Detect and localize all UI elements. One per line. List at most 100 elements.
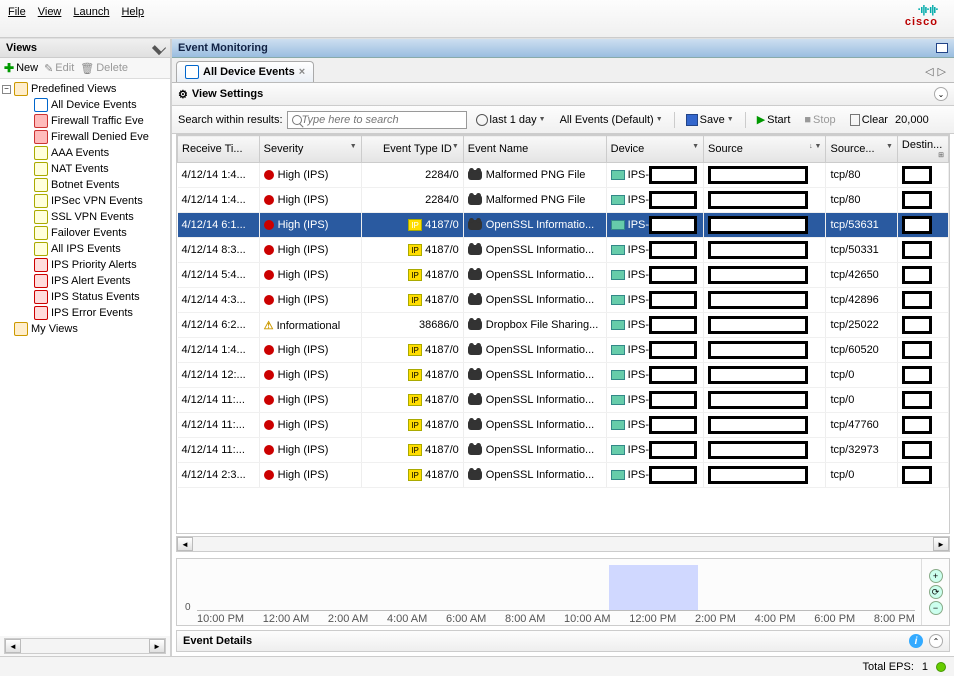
timeline-zoom-out-icon[interactable]: −: [929, 601, 943, 615]
play-icon: ▶: [757, 113, 765, 126]
tree-item[interactable]: NAT Events: [0, 161, 170, 177]
tab-all-device-events[interactable]: All Device Events ×: [176, 61, 314, 82]
start-button[interactable]: ▶ Start: [752, 110, 796, 129]
col-event-type-id[interactable]: Event Type ID▼: [361, 136, 463, 163]
col-receive-time[interactable]: Receive Ti...: [178, 136, 260, 163]
panel-window-icon[interactable]: [936, 43, 948, 53]
save-icon: [686, 114, 698, 126]
table-row[interactable]: 4/12/14 11:...High (IPS)IP4187/0OpenSSL …: [178, 413, 949, 438]
filter-dropdown[interactable]: All Events (Default)▼: [555, 111, 668, 129]
menu-launch[interactable]: Launch: [73, 6, 109, 18]
table-row[interactable]: 4/12/14 1:4...High (IPS)2284/0Malformed …: [178, 163, 949, 188]
views-panel: Views ✚New ✎Edit 🗑Delete −Predefined Vie…: [0, 39, 172, 656]
tree-item[interactable]: Botnet Events: [0, 177, 170, 193]
tab-next-icon[interactable]: ▷: [938, 65, 946, 78]
table-row[interactable]: 4/12/14 2:3...High (IPS)IP4187/0OpenSSL …: [178, 463, 949, 488]
collapse-view-settings-icon[interactable]: ⌄: [934, 87, 948, 101]
table-row[interactable]: 4/12/14 4:3...High (IPS)IP4187/0OpenSSL …: [178, 288, 949, 313]
tree-item[interactable]: IPS Priority Alerts: [0, 257, 170, 273]
timeline-tick-label: 12:00 AM: [263, 613, 309, 625]
timeline-zoom-in-icon[interactable]: +: [929, 569, 943, 583]
tree-item[interactable]: All Device Events: [0, 97, 170, 113]
expand-details-icon[interactable]: ⌃: [929, 634, 943, 648]
timeline[interactable]: 0 10:00 PM12:00 AM2:00 AM4:00 AM6:00 AM8…: [176, 558, 950, 626]
timeline-tick-label: 4:00 PM: [755, 613, 796, 625]
tree-item[interactable]: Firewall Traffic Eve: [0, 113, 170, 129]
col-device[interactable]: Device▼: [606, 136, 703, 163]
table-row[interactable]: 4/12/14 5:4...High (IPS)IP4187/0OpenSSL …: [178, 263, 949, 288]
table-row[interactable]: 4/12/14 11:...High (IPS)IP4187/0OpenSSL …: [178, 388, 949, 413]
event-monitoring-title: Event Monitoring: [178, 42, 268, 54]
tree-item[interactable]: IPS Alert Events: [0, 273, 170, 289]
col-source-service[interactable]: Source...▼: [826, 136, 897, 163]
column-picker-icon: ⊞: [938, 151, 944, 159]
timeline-tick-label: 12:00 PM: [629, 613, 676, 625]
timeline-tick-label: 10:00 PM: [197, 613, 244, 625]
predefined-views-node[interactable]: −Predefined Views: [0, 81, 170, 97]
tree-item[interactable]: IPS Status Events: [0, 289, 170, 305]
device-icon: [611, 320, 625, 330]
view-settings-label: View Settings: [192, 88, 263, 100]
device-icon: [611, 220, 625, 230]
tree-item[interactable]: All IPS Events: [0, 241, 170, 257]
col-event-name[interactable]: Event Name: [463, 136, 606, 163]
new-view-button[interactable]: ✚New: [4, 61, 38, 75]
binoculars-icon: [468, 445, 482, 455]
search-input[interactable]: [302, 114, 462, 126]
grid-hscroll[interactable]: ◄►: [176, 536, 950, 552]
menu-view[interactable]: View: [38, 6, 62, 18]
tree-item[interactable]: IPSec VPN Events: [0, 193, 170, 209]
cisco-logo: ·ı|ı·ı|ı· cisco: [905, 4, 946, 28]
table-row[interactable]: 4/12/14 12:...High (IPS)IP4187/0OpenSSL …: [178, 363, 949, 388]
save-button[interactable]: Save▼: [681, 111, 739, 129]
binoculars-icon: [468, 320, 482, 330]
clear-button[interactable]: Clear 20,000: [845, 111, 934, 129]
col-destination[interactable]: Destin...⊞: [897, 136, 948, 163]
info-icon[interactable]: i: [909, 634, 923, 648]
delete-view-button[interactable]: 🗑Delete: [80, 62, 128, 75]
tree-item[interactable]: Firewall Denied Eve: [0, 129, 170, 145]
binoculars-icon: [468, 220, 482, 230]
trash-icon: [850, 114, 860, 126]
timeline-tick-label: 10:00 AM: [564, 613, 610, 625]
table-row[interactable]: 4/12/14 8:3...High (IPS)IP4187/0OpenSSL …: [178, 238, 949, 263]
menu-help[interactable]: Help: [121, 6, 144, 18]
table-row[interactable]: 4/12/14 1:4...High (IPS)IP4187/0OpenSSL …: [178, 338, 949, 363]
timeline-tick-label: 4:00 AM: [387, 613, 427, 625]
stop-icon: ■: [804, 114, 811, 126]
col-source[interactable]: Source↓ ▼: [704, 136, 826, 163]
tab-prev-icon[interactable]: ◁: [925, 65, 933, 78]
tree-item[interactable]: AAA Events: [0, 145, 170, 161]
views-tree: −Predefined Views All Device EventsFirew…: [0, 79, 170, 636]
gear-icon: ⚙: [178, 88, 188, 101]
timeline-y-zero: 0: [185, 602, 191, 613]
timeline-tick-label: 2:00 PM: [695, 613, 736, 625]
my-views-node[interactable]: My Views: [0, 321, 170, 337]
table-row[interactable]: 4/12/14 11:...High (IPS)IP4187/0OpenSSL …: [178, 438, 949, 463]
timeline-reset-icon[interactable]: ⟳: [929, 585, 943, 599]
tree-item[interactable]: IPS Error Events: [0, 305, 170, 321]
events-grid[interactable]: Receive Ti... Severity▼ Event Type ID▼ E…: [176, 134, 950, 534]
table-row[interactable]: 4/12/14 6:2...⚠ Informational38686/0Drop…: [178, 313, 949, 338]
menu-file[interactable]: File: [8, 6, 26, 18]
device-icon: [611, 170, 625, 180]
time-range-dropdown[interactable]: last 1 day▼: [471, 111, 551, 129]
pin-icon[interactable]: [152, 41, 166, 55]
tree-item[interactable]: Failover Events: [0, 225, 170, 241]
views-hscroll[interactable]: ◄►: [4, 638, 166, 654]
tree-item[interactable]: SSL VPN Events: [0, 209, 170, 225]
table-row[interactable]: 4/12/14 6:1...High (IPS)IP4187/0OpenSSL …: [178, 213, 949, 238]
status-bar: Total EPS: 1: [0, 656, 954, 676]
edit-view-button[interactable]: ✎Edit: [44, 62, 74, 75]
binoculars-icon: [468, 245, 482, 255]
binoculars-icon: [468, 170, 482, 180]
clock-icon: [476, 114, 488, 126]
col-severity[interactable]: Severity▼: [259, 136, 361, 163]
total-eps-label: Total EPS:: [863, 661, 914, 673]
device-icon: [611, 195, 625, 205]
timeline-tick-label: 2:00 AM: [328, 613, 368, 625]
binoculars-icon: [468, 270, 482, 280]
table-row[interactable]: 4/12/14 1:4...High (IPS)2284/0Malformed …: [178, 188, 949, 213]
close-tab-icon[interactable]: ×: [299, 66, 305, 78]
stop-button[interactable]: ■ Stop: [799, 111, 840, 129]
